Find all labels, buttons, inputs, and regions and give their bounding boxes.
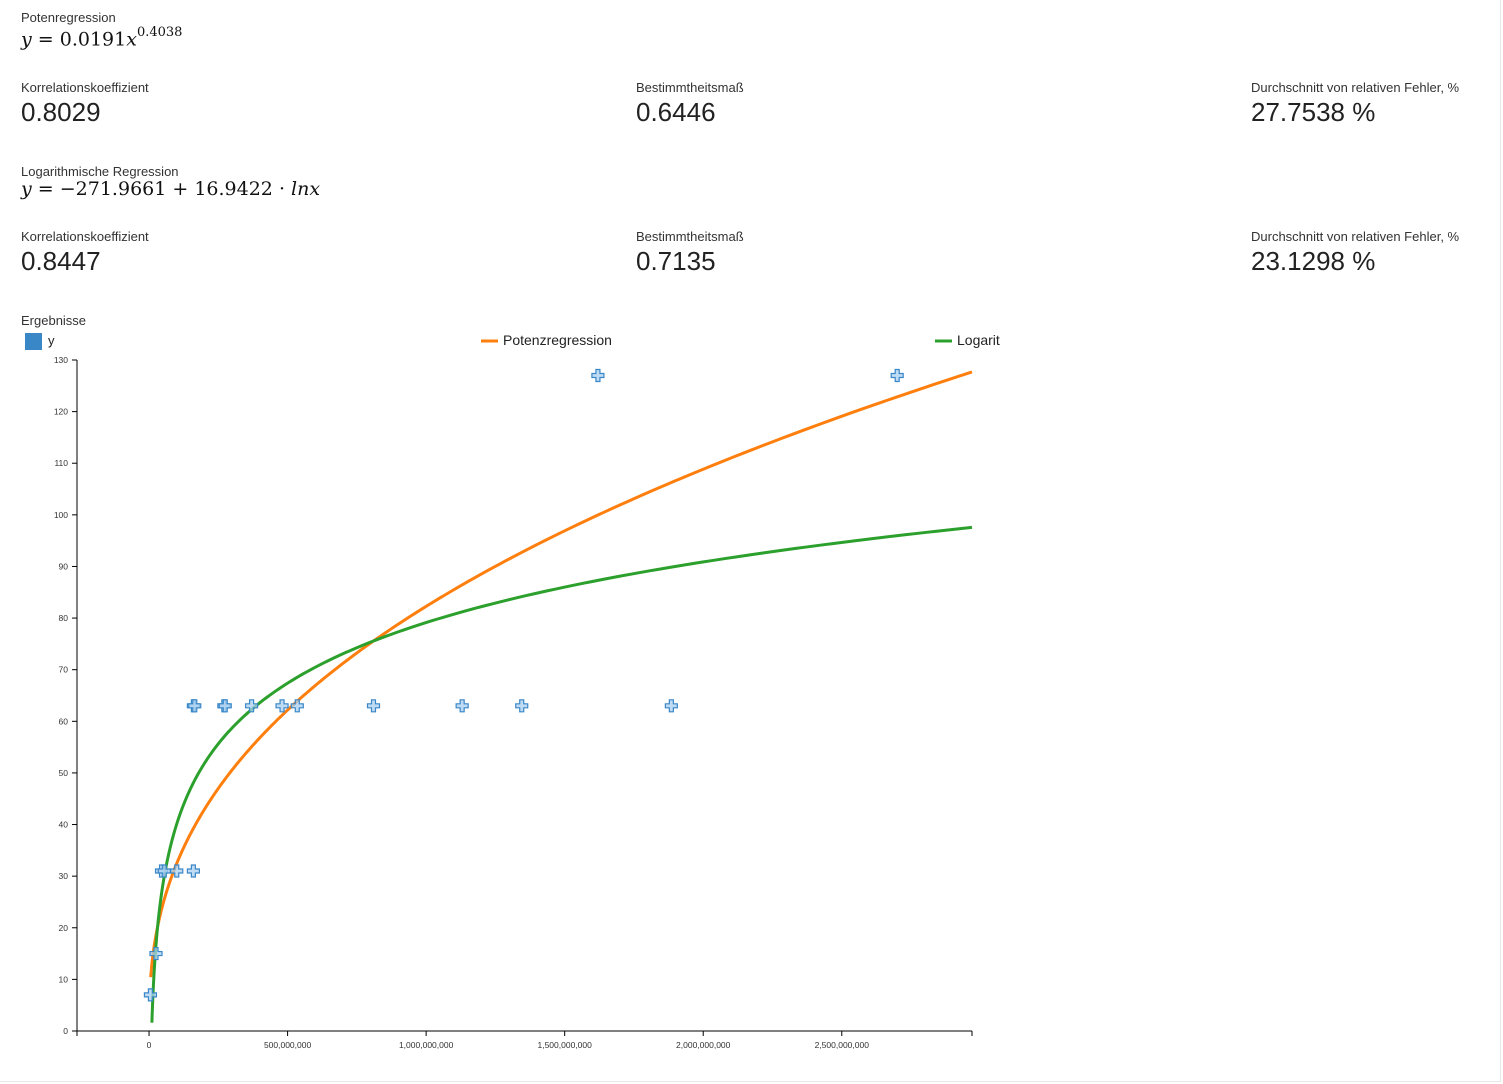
y-tick-label: 10 <box>59 974 69 984</box>
determination-value: 0.7135 <box>636 246 716 276</box>
correlation-value: 0.8447 <box>21 246 101 276</box>
formula-intercept: −271.9661 <box>59 178 167 200</box>
formula-coef: 0.0191 <box>59 28 127 51</box>
formula-lhs: y <box>21 178 32 200</box>
determination-label: Bestimmtheitsmaß <box>636 229 744 244</box>
legend-label-power: Potenzregression <box>503 332 612 348</box>
power-regression-formula: y = 0.0191x0.4038 <box>21 25 183 51</box>
relative-error-label: Durchschnitt von relativen Fehler, % <box>1251 229 1460 244</box>
data-point <box>515 699 529 713</box>
power-regression-title: Potenregression <box>21 10 116 25</box>
y-tick-label: 80 <box>59 613 69 623</box>
x-tick-label: 1,000,000,000 <box>399 1040 454 1050</box>
log-regression-formula: y = −271.9661 + 16.9422 · lnx <box>21 178 321 200</box>
y-tick-label: 110 <box>54 458 68 468</box>
y-tick-label: 100 <box>54 510 68 520</box>
chart-title: Ergebnisse <box>21 313 87 328</box>
y-tick-label: 130 <box>54 355 68 365</box>
determination-label: Bestimmtheitsmaß <box>636 80 744 95</box>
data-point <box>244 699 259 713</box>
data-point <box>188 699 202 713</box>
legend-label-y: y <box>48 333 55 348</box>
data-point <box>366 699 381 713</box>
legend-swatch-y <box>25 333 42 350</box>
y-tick-label: 0 <box>63 1026 68 1036</box>
formula-function: ln <box>291 178 310 200</box>
relative-error-label: Durchschnitt von relativen Fehler, % <box>1251 80 1460 95</box>
y-tick-label: 120 <box>54 407 68 417</box>
correlation-label: Korrelationskoeffizient <box>21 229 149 244</box>
chart-points <box>143 368 904 1002</box>
x-tick-label: 2,500,000,000 <box>815 1040 870 1050</box>
data-point <box>591 368 605 383</box>
y-tick-label: 70 <box>59 665 69 675</box>
data-point <box>455 699 469 713</box>
y-tick-label: 60 <box>59 716 69 726</box>
correlation-value: 0.8029 <box>21 97 101 127</box>
formula-slope: 16.9422 <box>194 178 273 200</box>
y-tick-label: 90 <box>59 561 69 571</box>
power-regression-curve <box>149 370 973 978</box>
correlation-label: Korrelationskoeffizient <box>21 80 149 95</box>
data-point <box>664 699 678 713</box>
results-chart: y Potenzregression Logarithmische Regressi… <box>25 332 1000 1050</box>
data-point <box>218 699 232 713</box>
data-point <box>290 699 304 713</box>
y-tick-label: 20 <box>59 923 69 933</box>
legend-label-log: Logarithmische Regression <box>957 332 1000 348</box>
data-point <box>890 368 904 383</box>
chart-legend: y Potenzregression Logarithmische Regressi… <box>25 332 1000 350</box>
y-tick-label: 30 <box>59 871 69 881</box>
y-tick-label: 50 <box>59 768 69 778</box>
y-tick-label: 40 <box>59 820 69 830</box>
log-regression-title: Logarithmische Regression <box>21 164 179 179</box>
relative-error-value: 23.1298 % <box>1251 246 1376 276</box>
data-point <box>186 864 200 878</box>
relative-error-value: 27.7538 % <box>1251 97 1376 127</box>
x-tick-label: 500,000,000 <box>264 1040 312 1050</box>
chart-curves <box>149 370 973 1023</box>
x-tick-label: 1,500,000,000 <box>537 1040 592 1050</box>
determination-value: 0.6446 <box>636 97 716 127</box>
log-regression-curve <box>150 525 973 1023</box>
x-tick-label: 2,000,000,000 <box>676 1040 731 1050</box>
formula-var: x <box>309 178 321 200</box>
formula-var: x <box>126 28 137 51</box>
formula-lhs: y <box>21 28 32 51</box>
x-tick-label: 0 <box>147 1040 152 1050</box>
formula-exponent: 0.4038 <box>136 25 183 40</box>
